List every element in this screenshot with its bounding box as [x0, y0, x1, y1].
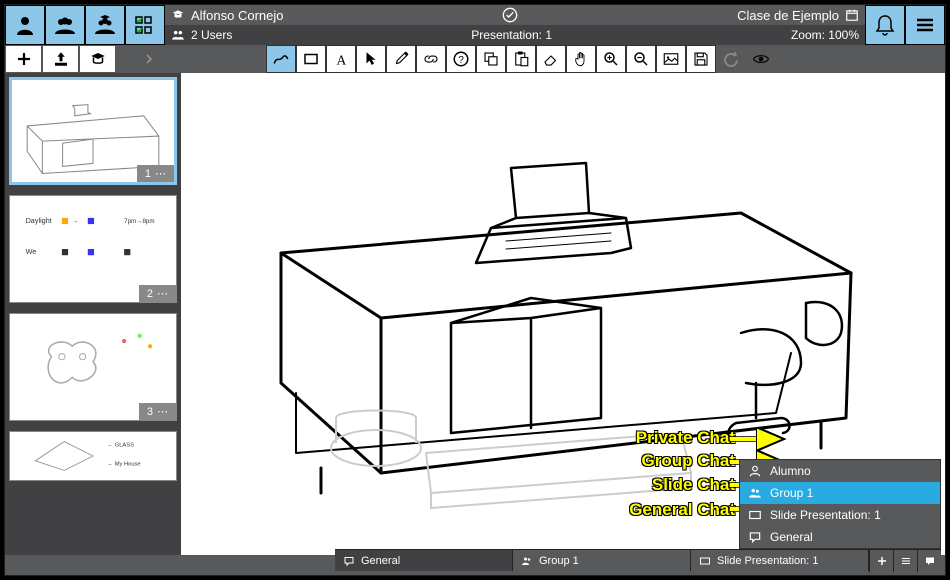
save-tool[interactable] [686, 45, 716, 73]
redo-tool[interactable] [716, 45, 746, 73]
chat-list-button[interactable] [893, 550, 917, 572]
group-icon [748, 486, 762, 500]
zoom-out-tool[interactable] [626, 45, 656, 73]
bell-button[interactable] [865, 5, 905, 45]
freehand-tool[interactable] [266, 45, 296, 73]
upload-button[interactable] [42, 45, 79, 73]
chat-menu-slide[interactable]: Slide Presentation: 1 [740, 504, 940, 526]
annotation-group: Group Chat [642, 451, 736, 471]
slide-icon [748, 508, 762, 522]
eye-tool[interactable] [746, 45, 776, 73]
svg-text:We: We [26, 247, 37, 256]
svg-text:Daylight: Daylight [26, 216, 52, 225]
person-tab[interactable] [5, 5, 45, 45]
svg-text:→: → [72, 218, 78, 225]
teacher-button[interactable] [79, 45, 116, 73]
info-bar: Alfonso Cornejo Clase de Ejemplo 2 Users… [165, 5, 865, 45]
group-tab[interactable] [45, 5, 85, 45]
person-icon [748, 464, 762, 478]
paste-tool[interactable] [506, 45, 536, 73]
eyedropper-tool[interactable] [386, 45, 416, 73]
graduation-icon [171, 8, 185, 22]
calendar-icon [845, 8, 859, 22]
users-count: 2 Users [171, 28, 232, 42]
check-circle-icon [502, 7, 518, 23]
rect-tool[interactable] [296, 45, 326, 73]
chat-menu-alumno[interactable]: Alumno [740, 460, 940, 482]
copy-tool[interactable] [476, 45, 506, 73]
chat-icon [748, 530, 762, 544]
pan-tool[interactable] [566, 45, 596, 73]
annotation-slide: Slide Chat [652, 475, 735, 495]
thumbnail-1[interactable]: 1 ⋯ [9, 77, 177, 185]
view-tabs [5, 5, 165, 45]
eraser-tool[interactable] [536, 45, 566, 73]
zoom-label: Zoom: 100% [791, 28, 859, 42]
slide-icon [699, 555, 711, 567]
chat-menu-group1[interactable]: Group 1 [740, 482, 940, 504]
add-chat-button[interactable] [869, 550, 893, 572]
chat-tab-group1[interactable]: Group 1 [513, 550, 691, 571]
users-icon [171, 28, 185, 42]
svg-text:← My House: ← My House [107, 462, 140, 468]
pointer-tool[interactable] [356, 45, 386, 73]
link-tool[interactable] [416, 45, 446, 73]
toolbar: A ? [5, 45, 945, 73]
chat-bubble-button[interactable] [917, 550, 941, 572]
user-name: Alfonso Cornejo [171, 8, 284, 23]
add-button[interactable] [5, 45, 42, 73]
thumbnail-2[interactable]: Daylight→7pm→8pmWe 2 ⋯ [9, 195, 177, 303]
chat-tab-slide[interactable]: Slide Presentation: 1 [691, 550, 869, 571]
thumbnail-3[interactable]: 3 ⋯ [9, 313, 177, 421]
chat-menu-general[interactable]: General [740, 526, 940, 548]
expand-chevron[interactable] [116, 45, 181, 73]
presentation-label: Presentation: 1 [232, 28, 791, 42]
annotation-general: General Chat [629, 500, 735, 520]
zoom-in-tool[interactable] [596, 45, 626, 73]
chat-icon [343, 555, 355, 567]
annotation-private: Private Chat [636, 428, 735, 448]
svg-text:A: A [337, 52, 347, 67]
class-name: Clase de Ejemplo [737, 8, 859, 23]
svg-text:← GLASS: ← GLASS [107, 442, 134, 448]
chat-tab-general[interactable]: General [335, 550, 513, 571]
svg-text:7pm→8pm: 7pm→8pm [124, 218, 154, 225]
image-tool[interactable] [656, 45, 686, 73]
students-tab[interactable] [85, 5, 125, 45]
chat-menu: Alumno Group 1 Slide Presentation: 1 Gen… [739, 459, 941, 549]
svg-text:?: ? [458, 55, 464, 66]
slide-sidebar: 1 ⋯ Daylight→7pm→8pmWe 2 ⋯ 3 ⋯ ← GLASS← … [5, 73, 181, 555]
chat-bar: General Group 1 Slide Presentation: 1 [335, 549, 941, 571]
thumbnail-4[interactable]: ← GLASS ← My House [9, 431, 177, 481]
menu-button[interactable] [905, 5, 945, 45]
group-icon [521, 555, 533, 567]
checklist-tab[interactable] [125, 5, 165, 45]
text-tool[interactable]: A [326, 45, 356, 73]
top-bar: Alfonso Cornejo Clase de Ejemplo 2 Users… [5, 5, 945, 45]
help-tool[interactable]: ? [446, 45, 476, 73]
